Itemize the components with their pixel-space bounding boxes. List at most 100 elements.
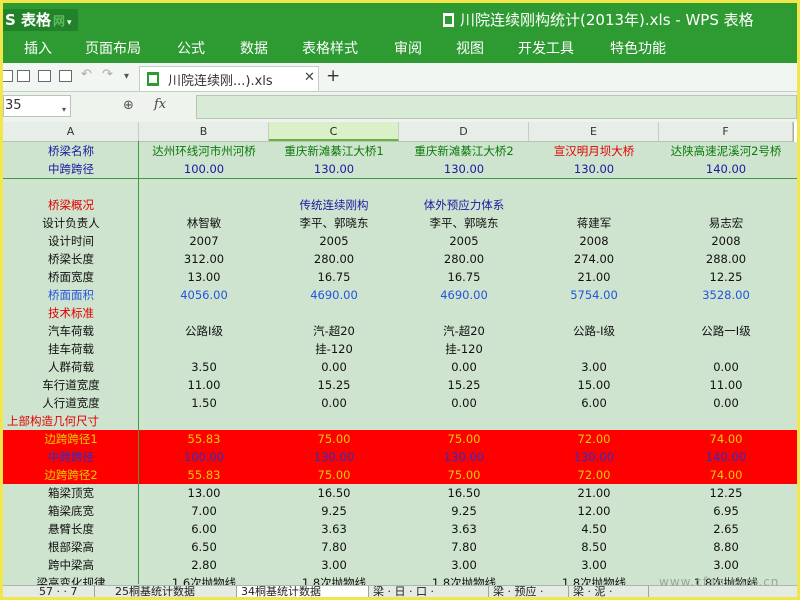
table-cell[interactable]: 130.00 xyxy=(399,160,529,178)
row-label-cell[interactable]: 箱梁底宽 xyxy=(3,502,139,520)
table-cell[interactable]: 林智敏 xyxy=(139,214,269,232)
table-cell[interactable]: 3.63 xyxy=(269,520,399,538)
row-label-cell[interactable]: 技术标准 xyxy=(3,304,139,322)
app-menu-button[interactable]: S 表格网 ▾ xyxy=(3,9,78,31)
table-cell[interactable]: 8.80 xyxy=(659,538,793,556)
table-cell[interactable]: 74.00 xyxy=(659,430,793,448)
table-cell[interactable]: 2008 xyxy=(529,232,659,250)
preview-icon[interactable] xyxy=(59,70,72,82)
column-header-f[interactable]: F xyxy=(659,122,793,141)
table-cell[interactable] xyxy=(269,178,399,196)
menu-review[interactable]: 审阅 xyxy=(394,39,422,59)
table-cell[interactable]: 9.25 xyxy=(399,502,529,520)
table-cell[interactable]: 11.00 xyxy=(659,376,793,394)
table-cell[interactable]: 55.83 xyxy=(139,466,269,484)
table-cell[interactable]: 4056.00 xyxy=(139,286,269,304)
table-cell[interactable] xyxy=(659,340,793,358)
table-cell[interactable]: 李平、郭晓东 xyxy=(399,214,529,232)
table-cell[interactable]: 72.00 xyxy=(529,466,659,484)
row-label-cell[interactable]: 人行道宽度 xyxy=(3,394,139,412)
table-cell[interactable]: 3.00 xyxy=(529,358,659,376)
table-cell[interactable]: 宣汉明月坝大桥 xyxy=(529,142,659,160)
table-cell[interactable]: 5754.00 xyxy=(529,286,659,304)
row-label-cell[interactable]: 汽车荷载 xyxy=(3,322,139,340)
table-cell[interactable]: 140.00 xyxy=(659,448,793,466)
table-cell[interactable]: 130.00 xyxy=(399,448,529,466)
table-cell[interactable]: 2005 xyxy=(399,232,529,250)
close-tab-icon[interactable]: ✕ xyxy=(304,70,315,85)
table-cell[interactable]: 重庆新滩綦江大桥2 xyxy=(399,142,529,160)
table-cell[interactable]: 易志宏 xyxy=(659,214,793,232)
table-cell[interactable]: 75.00 xyxy=(269,466,399,484)
table-cell[interactable]: 4.50 xyxy=(529,520,659,538)
formula-input[interactable] xyxy=(196,95,797,119)
row-label-cell[interactable]: 悬臂长度 xyxy=(3,520,139,538)
table-cell[interactable]: 130.00 xyxy=(269,160,399,178)
table-cell[interactable]: 140.00 xyxy=(659,160,793,178)
row-label-cell[interactable]: 边跨跨径2 xyxy=(3,466,139,484)
table-cell[interactable]: 挂-120 xyxy=(399,340,529,358)
table-cell[interactable]: 16.75 xyxy=(399,268,529,286)
menu-table-style[interactable]: 表格样式 xyxy=(302,39,358,59)
sheet-tab[interactable]: 25桐基统计数据 xyxy=(111,586,237,597)
table-cell[interactable]: 11.00 xyxy=(139,376,269,394)
insert-function-icon[interactable]: fx xyxy=(154,97,166,112)
table-cell[interactable]: 15.25 xyxy=(269,376,399,394)
row-label-cell[interactable]: 中跨跨径 xyxy=(3,448,139,466)
table-cell[interactable] xyxy=(529,412,659,430)
row-label-cell[interactable] xyxy=(3,178,139,196)
new-tab-icon[interactable]: + xyxy=(326,66,340,86)
table-cell[interactable]: 8.50 xyxy=(529,538,659,556)
sheet-tab[interactable]: 梁 · 预应 · xyxy=(489,586,569,597)
table-cell[interactable] xyxy=(399,304,529,322)
table-cell[interactable]: 6.50 xyxy=(139,538,269,556)
table-cell[interactable]: 公路-Ⅰ级 xyxy=(529,322,659,340)
table-cell[interactable] xyxy=(269,412,399,430)
table-cell[interactable]: 4690.00 xyxy=(269,286,399,304)
table-cell[interactable] xyxy=(139,340,269,358)
row-label-cell[interactable]: 桥梁名称 xyxy=(3,142,139,160)
table-cell[interactable] xyxy=(399,412,529,430)
table-cell[interactable] xyxy=(139,196,269,214)
row-label-cell[interactable]: 设计负责人 xyxy=(3,214,139,232)
menu-insert[interactable]: 插入 xyxy=(24,39,52,59)
table-cell[interactable]: 15.00 xyxy=(529,376,659,394)
table-cell[interactable]: 7.00 xyxy=(139,502,269,520)
row-label-cell[interactable]: 中跨跨径 xyxy=(3,160,139,178)
table-cell[interactable]: 130.00 xyxy=(269,448,399,466)
table-cell[interactable]: 21.00 xyxy=(529,484,659,502)
table-cell[interactable]: 3528.00 xyxy=(659,286,793,304)
table-cell[interactable]: 6.95 xyxy=(659,502,793,520)
table-cell[interactable]: 传统连续刚构 xyxy=(269,196,399,214)
table-cell[interactable]: 16.50 xyxy=(399,484,529,502)
menu-formulas[interactable]: 公式 xyxy=(177,39,205,59)
table-cell[interactable]: 13.00 xyxy=(139,268,269,286)
table-cell[interactable]: 蒋建军 xyxy=(529,214,659,232)
table-cell[interactable]: 130.00 xyxy=(529,160,659,178)
row-label-cell[interactable]: 根部梁高 xyxy=(3,538,139,556)
table-cell[interactable]: 公路一Ⅰ级 xyxy=(659,322,793,340)
table-cell[interactable]: 75.00 xyxy=(269,430,399,448)
table-cell[interactable]: 4690.00 xyxy=(399,286,529,304)
print-preview-icon[interactable] xyxy=(38,70,51,82)
table-cell[interactable]: 3.63 xyxy=(399,520,529,538)
table-cell[interactable]: 汽-超20 xyxy=(399,322,529,340)
table-cell[interactable]: 1.50 xyxy=(139,394,269,412)
column-header-b[interactable]: B xyxy=(139,122,269,141)
table-cell[interactable]: 13.00 xyxy=(139,484,269,502)
table-cell[interactable] xyxy=(139,412,269,430)
table-cell[interactable]: 0.00 xyxy=(659,358,793,376)
zoom-icon[interactable]: ⊕ xyxy=(123,98,134,113)
table-cell[interactable]: 16.75 xyxy=(269,268,399,286)
table-cell[interactable]: 重庆新滩綦江大桥1 xyxy=(269,142,399,160)
undo-icon[interactable]: ↶ xyxy=(81,67,92,83)
table-cell[interactable]: 3.00 xyxy=(399,556,529,574)
table-cell[interactable]: 12.00 xyxy=(529,502,659,520)
table-cell[interactable]: 12.25 xyxy=(659,484,793,502)
menu-developer[interactable]: 开发工具 xyxy=(518,39,574,59)
table-cell[interactable]: 0.00 xyxy=(269,394,399,412)
table-cell[interactable]: 16.50 xyxy=(269,484,399,502)
table-cell[interactable] xyxy=(139,178,269,196)
row-label-cell[interactable]: 桥梁长度 xyxy=(3,250,139,268)
table-cell[interactable]: 15.25 xyxy=(399,376,529,394)
